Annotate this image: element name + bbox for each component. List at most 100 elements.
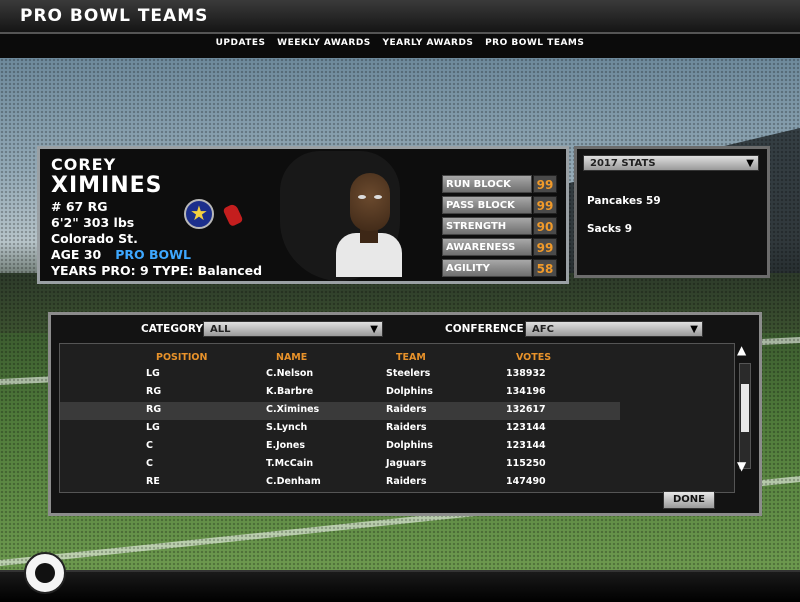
title-bar: PRO BOWL TEAMS (0, 0, 800, 34)
conference-value: AFC (532, 324, 554, 335)
cell-team: Dolphins (386, 440, 433, 451)
cell-name: C.Denham (266, 476, 321, 487)
cell-team: Jaguars (386, 458, 427, 469)
table-row[interactable]: C T.McCain Jaguars 115250 (60, 456, 620, 474)
cell-position: C (146, 440, 153, 451)
rating-label: PASS BLOCK (442, 196, 532, 214)
player-age: AGE 30 (51, 247, 102, 262)
table-row[interactable]: RE C.Denham Raiders 147490 (60, 474, 620, 492)
cell-name: C.Ximines (266, 404, 320, 415)
category-value: ALL (210, 324, 231, 335)
cell-votes: 147490 (506, 476, 546, 487)
cell-position: RG (146, 404, 162, 415)
bottom-bar (0, 570, 800, 602)
player-height-weight: 6'2" 303 lbs (51, 215, 135, 230)
rating-agility: AGILITY 58 (442, 259, 557, 277)
rating-value: 58 (533, 259, 557, 277)
cell-votes: 115250 (506, 458, 546, 469)
column-header-votes: VOTES (516, 352, 552, 363)
rating-label: RUN BLOCK (442, 175, 532, 193)
cell-team: Steelers (386, 368, 431, 379)
table-row[interactable]: LG C.Nelson Steelers 138932 (60, 366, 620, 384)
player-number-position: # 67 RG (51, 199, 108, 214)
cell-position: LG (146, 368, 160, 379)
cell-name: T.McCain (266, 458, 314, 469)
stats-year-value: 2017 STATS (590, 158, 656, 169)
rating-label: AGILITY (442, 259, 532, 277)
conference-dropdown[interactable]: AFC ▼ (525, 321, 703, 337)
cell-name: C.Nelson (266, 368, 314, 379)
done-button[interactable]: DONE (663, 491, 715, 509)
cell-votes: 132617 (506, 404, 546, 415)
rating-pass-block: PASS BLOCK 99 (442, 196, 557, 214)
category-label: CATEGORY (141, 323, 204, 335)
player-portrait (336, 173, 402, 277)
column-header-team: TEAM (396, 352, 426, 363)
cell-votes: 123144 (506, 422, 546, 433)
chevron-down-icon: ▼ (690, 324, 698, 335)
chevron-down-icon: ▼ (746, 158, 754, 169)
portrait-head (350, 173, 390, 231)
nav-weekly-awards[interactable]: WEEKLY AWARDS (277, 38, 371, 48)
rating-value: 99 (533, 175, 557, 193)
scroll-up-arrow-icon[interactable]: ▲ (737, 343, 746, 357)
player-card: COREY XIMINES # 67 RG 6'2" 303 lbs Color… (37, 146, 569, 284)
cell-position: C (146, 458, 153, 469)
cell-votes: 138932 (506, 368, 546, 379)
conference-label: CONFERENCE (445, 323, 524, 335)
portrait-eye (374, 195, 382, 199)
cell-name: E.Jones (266, 440, 306, 451)
cell-position: RE (146, 476, 160, 487)
player-college: Colorado St. (51, 231, 138, 246)
player-last-name: XIMINES (51, 173, 163, 198)
cell-team: Raiders (386, 404, 427, 415)
table-row[interactable]: C E.Jones Dolphins 123144 (60, 438, 620, 456)
table-row[interactable]: RG K.Barbre Dolphins 134196 (60, 384, 620, 402)
nav-updates[interactable]: UPDATES (216, 38, 266, 48)
table-row[interactable]: LG S.Lynch Raiders 123144 (60, 420, 620, 438)
rating-strength: STRENGTH 90 (442, 217, 557, 235)
cell-name: K.Barbre (266, 386, 314, 397)
cell-name: S.Lynch (266, 422, 308, 433)
cell-team: Raiders (386, 476, 427, 487)
player-age-row: AGE 30 PRO BOWL (51, 247, 191, 262)
player-years-type: YEARS PRO: 9 TYPE: Balanced (51, 263, 263, 278)
cell-votes: 123144 (506, 440, 546, 451)
nav-pro-bowl-teams[interactable]: PRO BOWL TEAMS (485, 38, 584, 48)
scroll-down-arrow-icon[interactable]: ▼ (737, 459, 746, 473)
cell-position: RG (146, 386, 162, 397)
game-badge-icon (24, 552, 66, 594)
stats-panel: 2017 STATS ▼ Pancakes 59 Sacks 9 (574, 146, 770, 278)
nav-menu: UPDATES WEEKLY AWARDS YEARLY AWARDS PRO … (0, 38, 800, 48)
cell-team: Raiders (386, 422, 427, 433)
scrollbar[interactable] (739, 363, 751, 469)
player-first-name: COREY (51, 155, 117, 174)
column-header-name: NAME (276, 352, 308, 363)
rating-run-block: RUN BLOCK 99 (442, 175, 557, 193)
foam-finger-icon (222, 202, 244, 228)
stat-pancakes: Pancakes 59 (587, 195, 661, 207)
table-row-selected[interactable]: RG C.Ximines Raiders 132617 (60, 402, 620, 420)
nav-yearly-awards[interactable]: YEARLY AWARDS (382, 38, 473, 48)
stats-year-dropdown[interactable]: 2017 STATS ▼ (583, 155, 759, 171)
rating-label: AWARENESS (442, 238, 532, 256)
category-dropdown[interactable]: ALL ▼ (203, 321, 383, 337)
cell-position: LG (146, 422, 160, 433)
nav-bar: UPDATES WEEKLY AWARDS YEARLY AWARDS PRO … (0, 34, 800, 58)
stat-sacks: Sacks 9 (587, 223, 633, 235)
cell-votes: 134196 (506, 386, 546, 397)
column-header-position: POSITION (156, 352, 208, 363)
pro-bowl-table-panel: CATEGORY ALL ▼ CONFERENCE AFC ▼ POSITION… (48, 312, 762, 516)
votes-table: POSITION NAME TEAM VOTES LG C.Nelson Ste… (59, 343, 735, 493)
portrait-eye (358, 195, 366, 199)
rating-value: 99 (533, 238, 557, 256)
cell-team: Dolphins (386, 386, 433, 397)
chevron-down-icon: ▼ (370, 324, 378, 335)
star-icon: ★ (184, 199, 214, 229)
page-title: PRO BOWL TEAMS (20, 6, 209, 26)
rating-awareness: AWARENESS 99 (442, 238, 557, 256)
rating-value: 90 (533, 217, 557, 235)
rating-label: STRENGTH (442, 217, 532, 235)
scrollbar-thumb[interactable] (741, 384, 749, 432)
pro-bowl-tag: PRO BOWL (115, 247, 191, 262)
